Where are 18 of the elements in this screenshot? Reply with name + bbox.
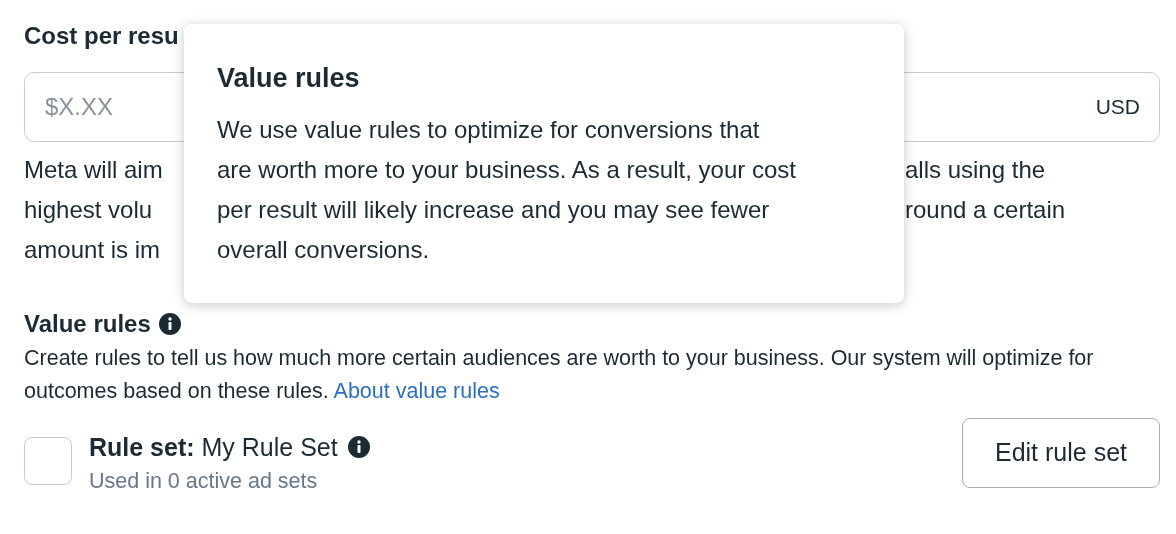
help-text: round a certain bbox=[905, 195, 1066, 225]
rule-set-name: Rule set: My Rule Set bbox=[89, 432, 338, 463]
help-text: Meta will aim bbox=[24, 155, 164, 185]
info-icon[interactable] bbox=[158, 313, 181, 335]
checkbox[interactable] bbox=[24, 437, 72, 485]
about-link[interactable]: About value rules bbox=[333, 379, 500, 403]
help-text: highest volu bbox=[24, 195, 154, 225]
help-text: amount is im bbox=[24, 235, 162, 265]
info-icon[interactable] bbox=[347, 436, 370, 458]
tooltip-title: Value rules bbox=[217, 62, 361, 95]
field-label: Cost per resu bbox=[24, 21, 180, 51]
edit-rule-set-button[interactable]: Edit rule set bbox=[962, 418, 1160, 488]
section-title: Value rules bbox=[24, 309, 151, 339]
usage-text: Used in 0 active ad sets bbox=[89, 468, 319, 495]
section-description: Create rules to tell us how much more certain audiences are worth to your business. Our system will optimize for outcomes based on these rules. About value rules bbox=[24, 345, 1095, 405]
currency-label: USD bbox=[1095, 94, 1140, 120]
help-text: alls using the bbox=[905, 155, 1046, 185]
tooltip-text: We use value rules to optimize for conversions that are worth more to your business. As a result, your cost per result will likely increase and you may see fewer overall conversions. bbox=[217, 115, 797, 265]
